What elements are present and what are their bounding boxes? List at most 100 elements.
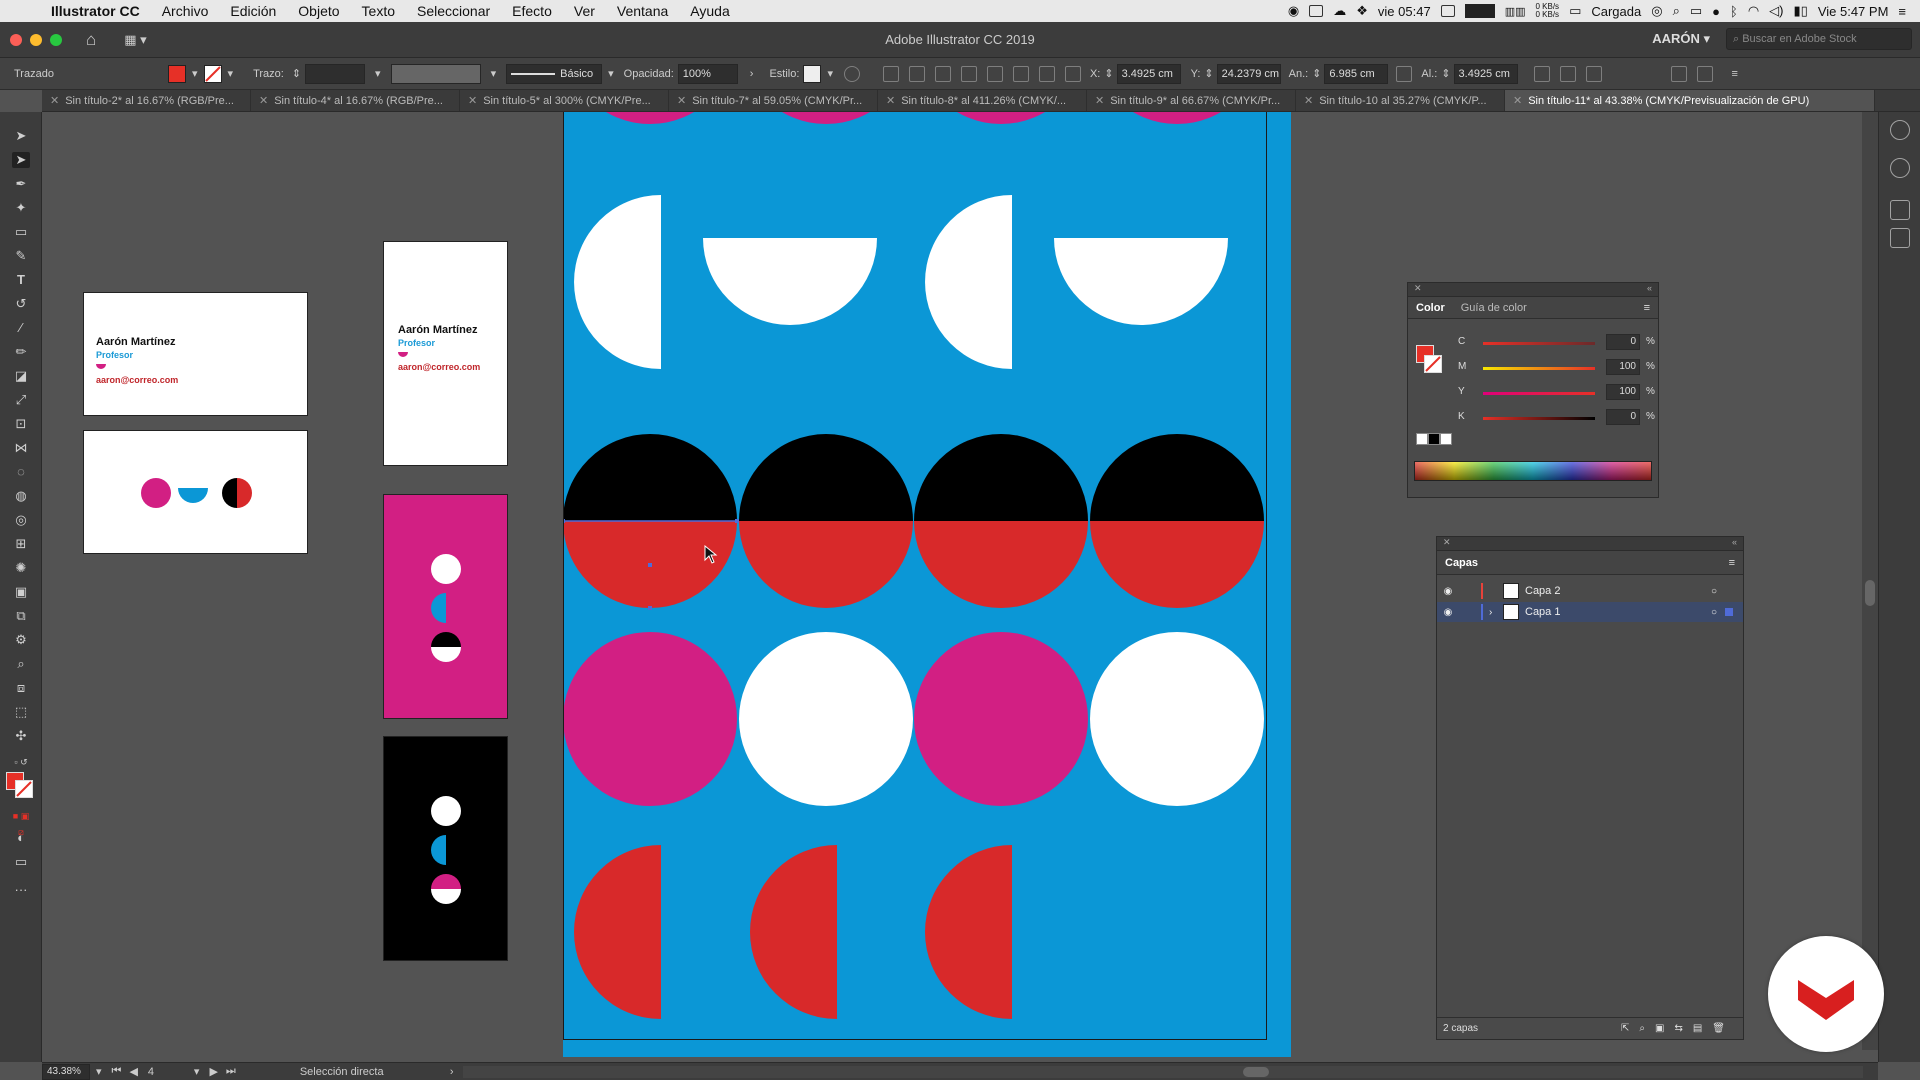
clipping-mask-icon[interactable]: ▣ xyxy=(1655,1023,1664,1034)
vertical-scroll-thumb[interactable] xyxy=(1865,580,1875,606)
close-tab-icon[interactable]: ✕ xyxy=(50,95,59,107)
default-colors-icon[interactable]: ▫ ↺ xyxy=(12,754,30,770)
magenta-slider[interactable]: M 100 % xyxy=(1418,359,1655,376)
black-slider[interactable]: K 0 % xyxy=(1418,409,1655,426)
layer-target-icon[interactable]: ○ xyxy=(1711,607,1717,618)
puppet-warp-icon[interactable]: ✣ xyxy=(12,728,30,744)
graph-tool-icon[interactable]: ⚙ xyxy=(12,632,30,648)
rectangle-tool-icon[interactable]: ▭ xyxy=(12,224,30,240)
document-tab[interactable]: ✕ Sin título-9* al 66.67% (CMYK/Pr... xyxy=(1087,90,1296,111)
zoom-tool-icon[interactable]: ⌕ xyxy=(12,656,30,672)
cyan-slider[interactable]: C 0 % xyxy=(1418,334,1655,351)
draw-mode-icon[interactable]: ◐ xyxy=(12,830,30,846)
close-tab-icon[interactable]: ✕ xyxy=(677,95,686,107)
artboard-dropdown-icon[interactable]: ▾ xyxy=(194,1065,200,1078)
menu-ventana[interactable]: Ventana xyxy=(606,3,679,19)
paintbrush-tool-icon[interactable]: ✎ xyxy=(12,248,30,264)
align-bottom-icon[interactable] xyxy=(1038,65,1055,82)
canvas-area[interactable]: Aarón Martínez Profesor aaron@correo.com… xyxy=(42,112,1862,1062)
eye-icon[interactable]: ◎ xyxy=(1651,3,1662,19)
black-value[interactable]: 0 xyxy=(1606,409,1640,425)
recolor-artwork-icon[interactable] xyxy=(843,65,860,82)
menu-ver[interactable]: Ver xyxy=(563,3,606,19)
layer-row-capa-2[interactable]: ◉ Capa 2 ○ xyxy=(1437,581,1743,601)
color-spectrum-bar[interactable] xyxy=(1414,461,1652,481)
close-tab-icon[interactable]: ✕ xyxy=(1095,95,1104,107)
isolate-group-icon[interactable] xyxy=(1559,65,1576,82)
pencil-tool-icon[interactable]: ✏ xyxy=(12,344,30,360)
layer-name[interactable]: Capa 1 xyxy=(1525,606,1560,618)
close-tab-icon[interactable]: ✕ xyxy=(886,95,895,107)
align-top-icon[interactable] xyxy=(986,65,1003,82)
last-artboard-icon[interactable]: ⏭ xyxy=(226,1065,236,1078)
scale-tool-icon[interactable]: ⤢ xyxy=(12,392,30,408)
next-artboard-icon[interactable]: ▶ xyxy=(209,1065,217,1078)
perspective-grid-icon[interactable]: ◎ xyxy=(12,512,30,528)
document-tab[interactable]: ✕ Sin título-4* al 16.67% (RGB/Pre... xyxy=(251,90,460,111)
dropbox-icon[interactable]: ❖ xyxy=(1356,3,1368,19)
slice-tool-icon[interactable]: ⧈ xyxy=(12,680,30,696)
yellow-slider[interactable]: Y 100 % xyxy=(1418,384,1655,401)
magenta-value[interactable]: 100 xyxy=(1606,359,1640,375)
color-modes-icon[interactable]: ■ ▣ ⧄ xyxy=(12,808,30,837)
notifications-icon[interactable]: ≡ xyxy=(1898,4,1906,19)
wifi-icon[interactable]: ◠ xyxy=(1748,3,1759,19)
y-position-field[interactable]: 24.2379 cm xyxy=(1216,63,1281,84)
previous-artboard-icon[interactable]: ◀ xyxy=(129,1065,137,1078)
delete-layer-icon[interactable]: 🗑 xyxy=(1712,1023,1725,1034)
align-right-icon[interactable] xyxy=(960,65,977,82)
menu-seleccionar[interactable]: Seleccionar xyxy=(406,3,501,19)
locate-object-icon[interactable]: ⌕ xyxy=(1639,1023,1645,1034)
panel-toggle-icon[interactable] xyxy=(1696,65,1713,82)
battery-level-icon[interactable]: ▮▯ xyxy=(1794,3,1808,19)
collect-export-icon[interactable]: ⇱ xyxy=(1621,1023,1629,1034)
tab-color-guide[interactable]: Guía de color xyxy=(1453,302,1535,314)
horizontal-scroll-thumb[interactable] xyxy=(1243,1066,1270,1077)
gradient-tool-icon[interactable]: ▣ xyxy=(12,584,30,600)
stroke-color-swatch[interactable] xyxy=(15,780,33,798)
reference-point-icon[interactable] xyxy=(1064,65,1081,82)
rotate-tool-icon[interactable]: ↺ xyxy=(12,296,30,312)
spotlight-search-icon[interactable]: ⌕ xyxy=(1673,3,1680,19)
fill-swatch[interactable] xyxy=(168,64,186,83)
layer-target-icon[interactable]: ○ xyxy=(1711,586,1717,597)
tab-layers[interactable]: Capas xyxy=(1437,557,1486,569)
live-paint-icon[interactable]: ◍ xyxy=(12,488,30,504)
creative-cloud-icon[interactable]: ☁ xyxy=(1333,3,1346,19)
layers-panel-menu-icon[interactable]: ≡ xyxy=(1729,557,1735,569)
eyedropper-tool-icon[interactable]: ⁄ xyxy=(12,320,30,336)
horizontal-scrollbar[interactable] xyxy=(463,1065,1864,1078)
brush-definition-select[interactable]: Básico xyxy=(506,63,603,84)
align-middle-icon[interactable] xyxy=(1012,65,1029,82)
menu-ayuda[interactable]: Ayuda xyxy=(679,3,740,19)
status-menu-icon[interactable]: › xyxy=(450,1066,454,1078)
magic-wand-icon[interactable]: ✦ xyxy=(12,200,30,216)
artboard-tool-icon[interactable]: ⬚ xyxy=(12,704,30,720)
battery-icon[interactable]: ▭ xyxy=(1569,3,1581,19)
document-tab[interactable]: ✕ Sin título-7* al 59.05% (CMYK/Pr... xyxy=(669,90,878,111)
x-position-field[interactable]: 3.4925 cm xyxy=(1116,63,1181,84)
visibility-eye-icon[interactable]: ◉ xyxy=(1437,586,1459,597)
selection-indicator[interactable] xyxy=(1725,608,1733,616)
more-tools-icon[interactable]: ··· xyxy=(12,882,30,898)
zoom-dropdown-icon[interactable]: ▾ xyxy=(96,1065,102,1078)
stroke-weight-field[interactable] xyxy=(305,63,366,84)
align-center-icon[interactable] xyxy=(934,65,951,82)
screen-mode-icon[interactable]: ▭ xyxy=(12,854,30,870)
selection-tool-icon[interactable]: ➤ xyxy=(12,128,30,144)
close-tab-icon[interactable]: ✕ xyxy=(259,95,268,107)
document-tab[interactable]: ✕ Sin título-2* al 16.67% (RGB/Pre... xyxy=(42,90,251,111)
layers-panel-header[interactable]: ✕ « xyxy=(1437,537,1743,551)
layer-row-capa-1[interactable]: ◉ › Capa 1 ○ xyxy=(1437,602,1743,622)
pen-tool-icon[interactable]: ✒ xyxy=(12,176,30,192)
height-field[interactable]: 3.4925 cm xyxy=(1453,63,1518,84)
libraries-icon[interactable] xyxy=(1890,120,1910,140)
artboard-number-field[interactable]: 4 xyxy=(148,1066,188,1078)
graphic-style-swatch[interactable] xyxy=(803,64,822,83)
expand-layer-icon[interactable]: › xyxy=(1489,607,1503,618)
opacity-field[interactable]: 100% xyxy=(677,63,738,84)
stroke-swatch[interactable] xyxy=(203,64,222,83)
transform-icon[interactable] xyxy=(1533,65,1550,82)
airplay-icon[interactable]: ▭ xyxy=(1690,3,1702,19)
menubar-clock[interactable]: Vie 5:47 PM xyxy=(1818,4,1889,19)
